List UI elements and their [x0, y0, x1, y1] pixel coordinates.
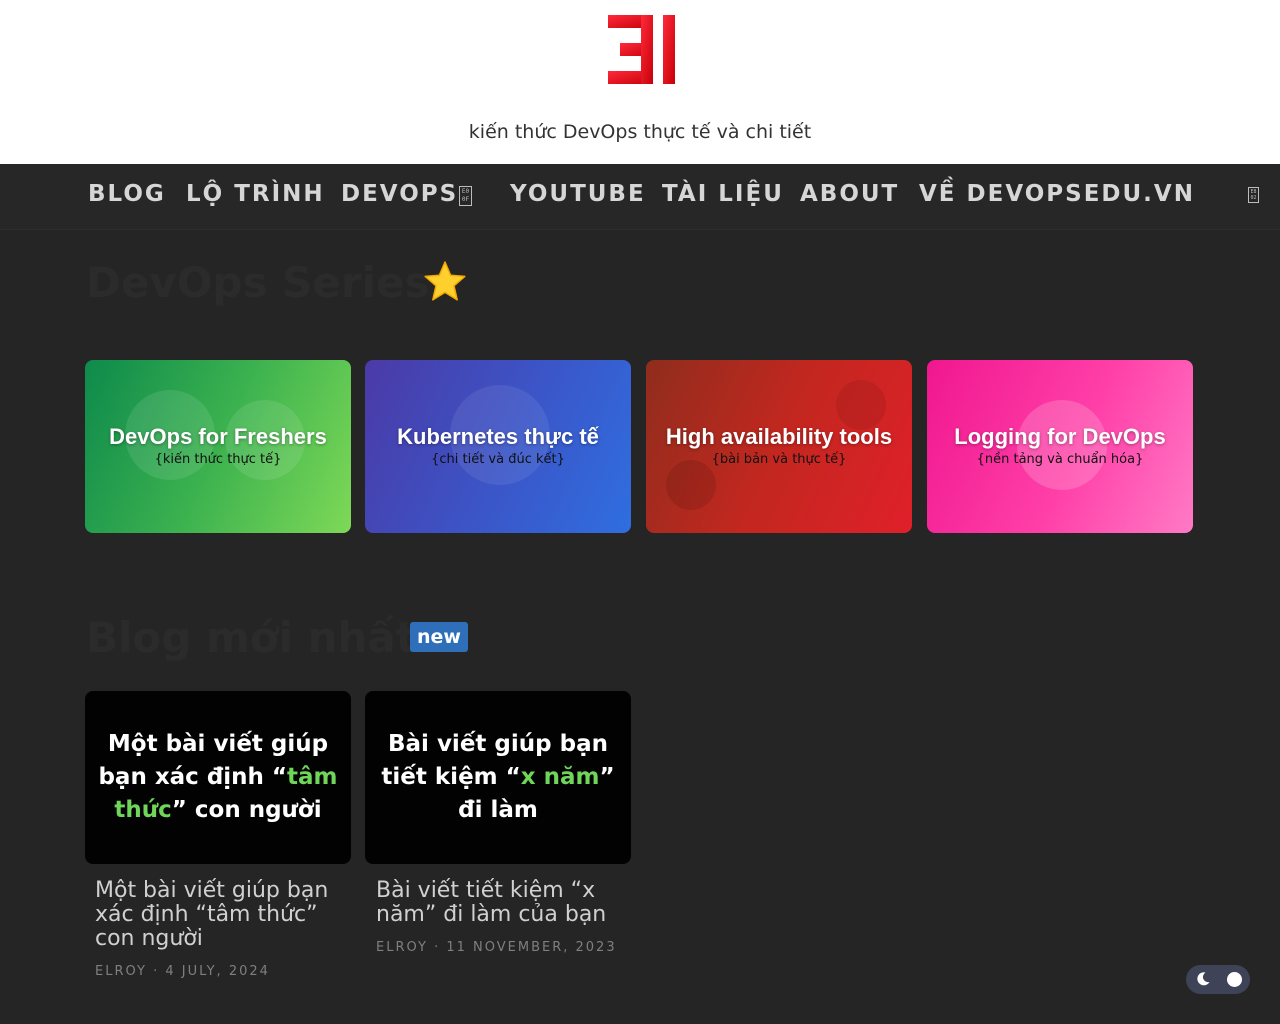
main-nav: BLOG LỘ TRÌNH DEVOPS E0 0F YOUTUBE TÀI L… — [0, 164, 1280, 230]
toggle-knob — [1227, 972, 1242, 987]
card-title: Logging for DevOps — [954, 424, 1166, 449]
nav-item-devops[interactable]: DEVOPS — [341, 181, 458, 207]
card-title: Kubernetes thực tế — [397, 424, 599, 449]
card-title: DevOps for Freshers — [109, 424, 327, 449]
star-icon — [424, 261, 466, 301]
post-meta: ELROY · 4 JULY, 2024 — [95, 964, 270, 979]
card-subtitle: {bài bản và thực tế} — [711, 452, 847, 467]
site-tagline: kiến thức DevOps thực tế và chi tiết — [468, 121, 812, 143]
series-title: DevOps Series — [86, 258, 430, 307]
nav-item-youtube[interactable]: YOUTUBE — [510, 181, 646, 207]
nav-item-lo-trinh[interactable]: LỘ TRÌNH — [186, 181, 325, 207]
thumb-text: ” con người — [171, 797, 322, 823]
post-meta: ELROY · 11 NOVEMBER, 2023 — [376, 940, 617, 955]
card-subtitle: {chi tiết và đúc kết} — [431, 452, 565, 467]
nav-item-blog[interactable]: BLOG — [88, 181, 166, 207]
moon-icon — [1197, 972, 1210, 986]
post-title[interactable]: Một bài viết giúp bạn xác định “tâm thức… — [95, 879, 340, 951]
search-icon[interactable]: E8 02 — [1248, 187, 1259, 203]
series-card-logging[interactable]: Logging for DevOps {nền tảng và chuẩn hó… — [927, 360, 1193, 533]
post-title[interactable]: Bài viết tiết kiệm “x năm” đi làm của bạ… — [376, 879, 621, 927]
nav-item-ve-devopsedu[interactable]: VỀ DEVOPSEDU.VN — [919, 181, 1195, 207]
thumb-highlight: x năm — [520, 764, 600, 790]
series-card-kubernetes[interactable]: Kubernetes thực tế {chi tiết và đúc kết} — [365, 360, 631, 533]
card-subtitle: {nền tảng và chuẩn hóa} — [976, 452, 1144, 467]
series-card-devops-freshers[interactable]: DevOps for Freshers {kiến thức thực tế} — [85, 360, 351, 533]
site-header: kiến thức DevOps thực tế và chi tiết — [0, 0, 1280, 164]
site-logo[interactable] — [606, 15, 676, 85]
card-title: High availability tools — [665, 424, 893, 449]
post-thumbnail[interactable]: Một bài viết giúp bạn xác định “tâm thức… — [85, 691, 351, 864]
dropdown-icon[interactable]: E0 0F — [459, 186, 472, 206]
theme-toggle[interactable] — [1186, 965, 1250, 994]
card-subtitle: {kiến thức thực tế} — [154, 452, 282, 467]
nav-item-about[interactable]: ABOUT — [800, 181, 899, 207]
nav-item-tai-lieu[interactable]: TÀI LIỆU — [662, 181, 784, 207]
post-thumbnail[interactable]: Bài viết giúp bạn tiết kiệm “x năm” đi l… — [365, 691, 631, 864]
series-card-high-availability[interactable]: High availability tools {bài bản và thực… — [646, 360, 912, 533]
new-badge: new — [410, 622, 468, 652]
blog-section-title: Blog mới nhất — [86, 613, 416, 662]
